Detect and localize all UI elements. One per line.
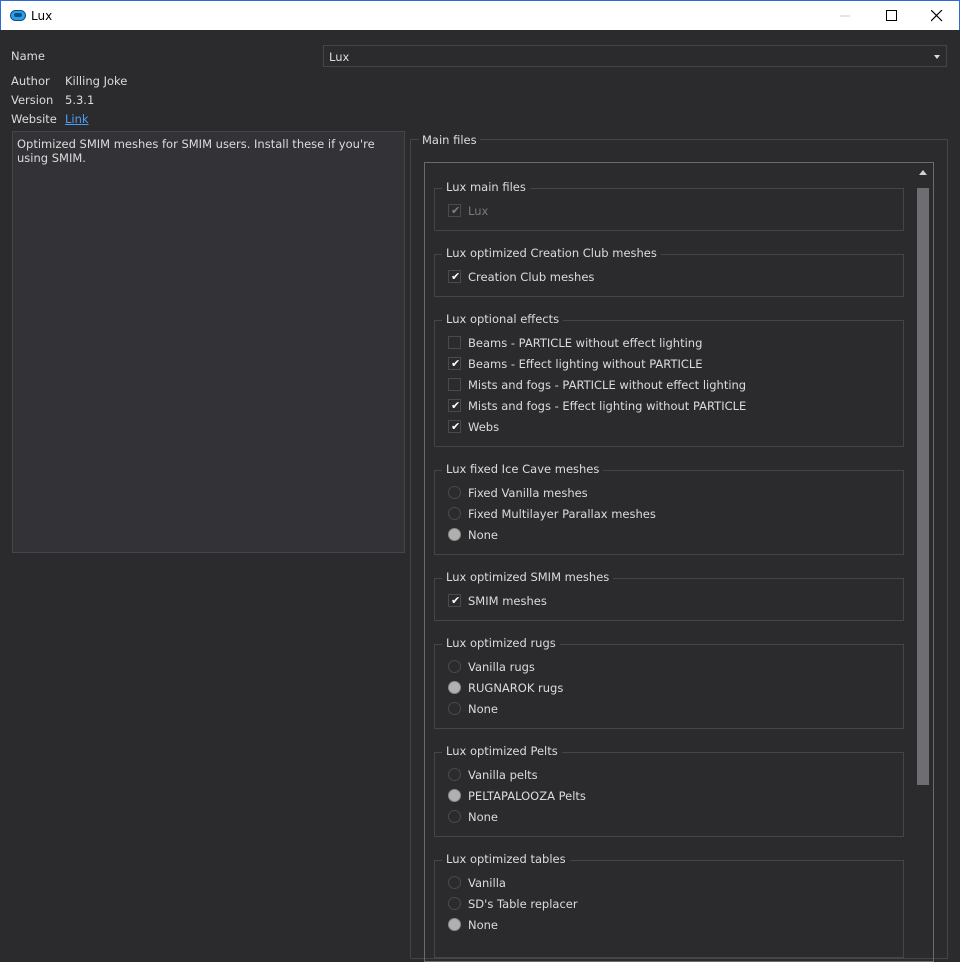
option-label: RUGNAROK rugs [468, 681, 564, 695]
checkmark-icon: ✔ [451, 357, 461, 370]
option-label: Fixed Vanilla meshes [468, 486, 588, 500]
radio-button[interactable] [448, 486, 461, 499]
radio-button[interactable] [448, 702, 461, 715]
option-label: SMIM meshes [468, 594, 547, 608]
checkmark-icon: ✔ [451, 594, 461, 607]
radio-button[interactable] [448, 681, 461, 694]
maximize-icon [886, 10, 897, 21]
title-bar: Lux [0, 0, 960, 30]
option-label: Vanilla pelts [468, 768, 538, 782]
option-label: SD's Table replacer [468, 897, 578, 911]
name-label: Name [11, 49, 45, 63]
option-group-title: Lux optional effects [442, 312, 564, 326]
option-label: PELTAPALOOZA Pelts [468, 789, 586, 803]
checkbox[interactable]: ✔ [448, 357, 461, 370]
option-label: Vanilla rugs [468, 660, 535, 674]
radio-button[interactable] [448, 918, 461, 931]
chevron-down-icon [934, 55, 940, 59]
checkbox[interactable]: ✔ [448, 399, 461, 412]
option-group-title: Lux optimized SMIM meshes [442, 570, 614, 584]
checkbox[interactable] [448, 378, 461, 391]
lux-app-icon [10, 10, 26, 24]
radio-button[interactable] [448, 768, 461, 781]
vertical-scrollbar[interactable] [914, 163, 933, 951]
option-label: Webs [468, 420, 500, 434]
version-value: 5.3.1 [65, 93, 95, 107]
name-dropdown-value: Lux [329, 50, 350, 64]
option-label: Mists and fogs - PARTICLE without effect… [468, 378, 747, 392]
close-icon [931, 10, 943, 22]
option-label: None [468, 702, 499, 716]
option-label: Lux [468, 204, 489, 218]
website-label: Website [11, 112, 57, 126]
radio-button[interactable] [448, 660, 461, 673]
radio-button[interactable] [448, 789, 461, 802]
scroll-up-arrow-icon[interactable] [919, 170, 927, 175]
version-label: Version [11, 93, 54, 107]
minimize-icon [840, 15, 850, 17]
option-label: Vanilla [468, 876, 506, 890]
minimize-button[interactable] [823, 1, 869, 31]
checkmark-icon: ✔ [451, 204, 461, 217]
radio-button[interactable] [448, 528, 461, 541]
description-box[interactable]: Optimized SMIM meshes for SMIM users. In… [12, 131, 405, 553]
author-label: Author [11, 74, 50, 88]
website-link[interactable]: Link [65, 112, 89, 126]
option-label: Mists and fogs - Effect lighting without… [468, 399, 747, 413]
checkbox: ✔ [448, 204, 461, 217]
option-label: Beams - PARTICLE without effect lighting [468, 336, 703, 350]
description-text: Optimized SMIM meshes for SMIM users. In… [17, 137, 375, 165]
option-group-title: Lux optimized tables [442, 852, 570, 866]
radio-button[interactable] [448, 876, 461, 889]
checkbox[interactable]: ✔ [448, 594, 461, 607]
option-label: None [468, 810, 499, 824]
checkmark-icon: ✔ [451, 420, 461, 433]
option-label: None [468, 528, 499, 542]
checkbox[interactable]: ✔ [448, 420, 461, 433]
option-label: Fixed Multilayer Parallax meshes [468, 507, 656, 521]
maximize-button[interactable] [869, 1, 915, 31]
option-label: None [468, 918, 499, 932]
radio-button[interactable] [448, 810, 461, 823]
scrollbar-thumb[interactable] [917, 188, 929, 785]
option-label: Beams - Effect lighting without PARTICLE [468, 357, 703, 371]
main-files-title: Main files [419, 133, 480, 147]
checkmark-icon: ✔ [451, 270, 461, 283]
close-button[interactable] [914, 1, 960, 31]
option-label: Creation Club meshes [468, 270, 595, 284]
checkbox[interactable] [448, 336, 461, 349]
checkbox[interactable]: ✔ [448, 270, 461, 283]
name-dropdown[interactable]: Lux [323, 45, 947, 67]
option-group [434, 188, 904, 231]
author-value: Killing Joke [65, 74, 128, 88]
option-group-title: Lux optimized Creation Club meshes [442, 246, 661, 260]
radio-button[interactable] [448, 507, 461, 520]
checkmark-icon: ✔ [451, 399, 461, 412]
option-group-title: Lux fixed Ice Cave meshes [442, 462, 604, 476]
option-group-title: Lux optimized rugs [442, 636, 560, 650]
option-group-title: Lux optimized Pelts [442, 744, 562, 758]
radio-button[interactable] [448, 897, 461, 910]
option-group-title: Lux main files [442, 180, 530, 194]
window-title: Lux [31, 9, 53, 23]
